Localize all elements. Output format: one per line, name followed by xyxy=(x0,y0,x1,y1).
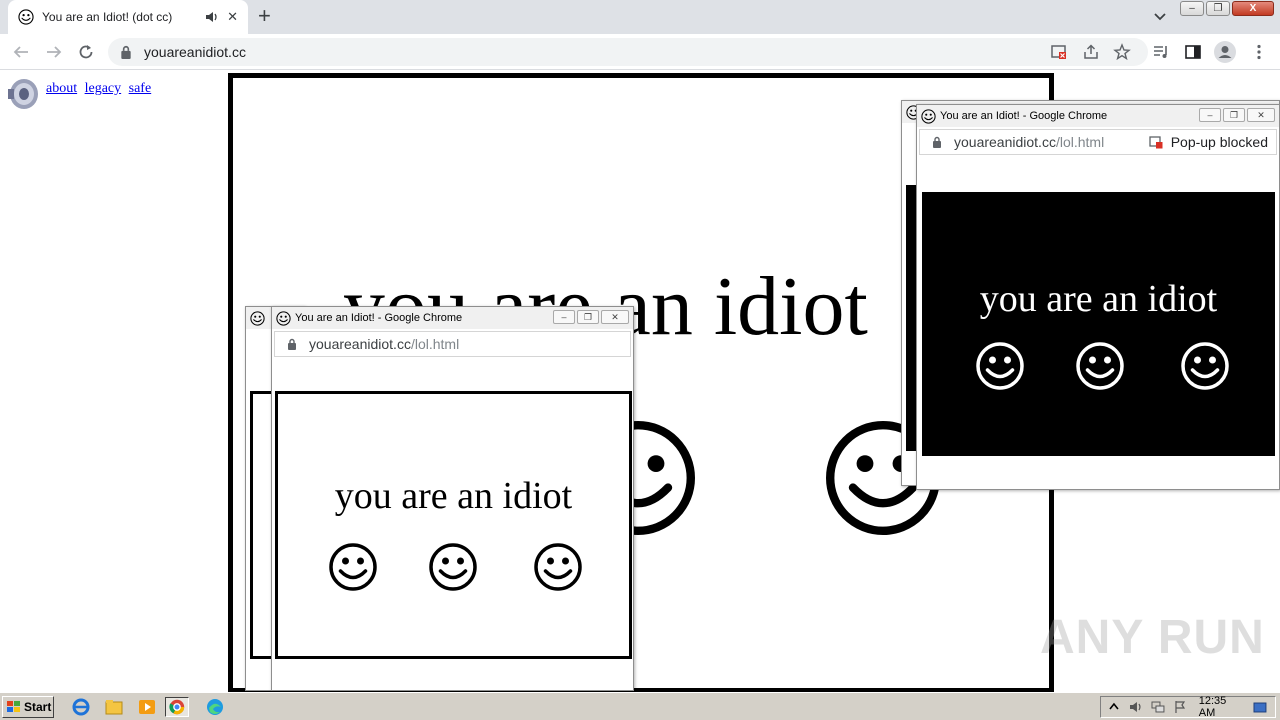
popup-restore-button[interactable]: ❐ xyxy=(1223,108,1245,122)
show-hidden-icons-icon[interactable] xyxy=(1107,700,1121,714)
media-player-icon[interactable] xyxy=(136,697,158,717)
safe-link[interactable]: safe xyxy=(129,81,152,96)
anyrun-watermark: ANY RUN xyxy=(1040,611,1265,664)
popup-restore-button[interactable]: ❐ xyxy=(577,310,599,324)
speaker-icon[interactable] xyxy=(6,77,40,111)
popup-close-button[interactable]: ✕ xyxy=(1247,108,1275,122)
menu-kebab-icon[interactable] xyxy=(1250,43,1268,61)
side-panel-icon[interactable] xyxy=(1184,43,1202,61)
popup-content: you are an idiot xyxy=(275,391,632,659)
popup-address-bar[interactable]: youareanidiot.cc/lol.html xyxy=(274,331,631,357)
popup-url-host: youareanidiot.cc xyxy=(309,336,411,352)
lock-icon xyxy=(287,338,297,350)
edge-icon[interactable] xyxy=(204,697,226,717)
tab-close-button[interactable]: ✕ xyxy=(227,9,238,25)
popup-titlebar[interactable]: You are an Idiot! - Google Chrome – ❐ ✕ xyxy=(272,307,633,329)
tab-search-icon[interactable] xyxy=(1152,8,1168,24)
taskbar: Start 12:35 AM xyxy=(0,692,1280,720)
popup-window-controls: – ❐ ✕ xyxy=(1199,108,1275,122)
tab-strip: You are an Idiot! (dot cc) ✕ + – ❐ X xyxy=(0,0,1280,34)
smiley-favicon-icon xyxy=(276,311,291,326)
restore-button[interactable]: ❐ xyxy=(1206,1,1230,16)
new-tab-button[interactable]: + xyxy=(258,5,271,27)
ie-icon[interactable] xyxy=(70,697,92,717)
browser-toolbar: youareanidiot.cc xyxy=(0,34,1280,70)
popup-title: You are an Idiot! - Google Chrome xyxy=(940,110,1108,122)
minimize-button[interactable]: – xyxy=(1180,1,1204,16)
popup-url-path: /lol.html xyxy=(410,336,460,352)
popup-address-bar[interactable]: youareanidiot.cc/lol.html Pop-up blocked xyxy=(919,129,1277,155)
share-icon[interactable] xyxy=(1082,43,1100,61)
window-controls: – ❐ X xyxy=(1180,1,1274,17)
popup-blocked-indicator[interactable]: Pop-up blocked xyxy=(1149,134,1268,150)
show-desktop-icon[interactable] xyxy=(1253,700,1267,714)
popup-title: You are an Idiot! - Google Chrome xyxy=(295,312,463,324)
tab-title: You are an Idiot! (dot cc) xyxy=(42,10,173,24)
windows-flag-icon xyxy=(7,701,20,712)
smiley-icon xyxy=(1180,341,1230,391)
audio-playing-icon[interactable] xyxy=(205,10,219,24)
start-button[interactable]: Start xyxy=(2,696,54,718)
address-bar[interactable]: youareanidiot.cc xyxy=(108,38,1148,66)
system-tray: 12:35 AM xyxy=(1100,695,1276,719)
smiley-favicon-icon xyxy=(250,311,265,326)
reload-icon[interactable] xyxy=(77,43,95,61)
smiley-icon xyxy=(1075,341,1125,391)
popup-blocked-icon xyxy=(1149,136,1163,149)
popup-url-path: /lol.html xyxy=(1055,134,1105,150)
smiley-icon xyxy=(328,542,378,592)
close-window-button[interactable]: X xyxy=(1232,1,1274,16)
popup-minimize-button[interactable]: – xyxy=(553,310,575,324)
media-control-icon[interactable] xyxy=(1152,43,1170,61)
popup-content: you are an idiot xyxy=(922,192,1275,456)
profile-avatar-icon[interactable] xyxy=(1214,41,1236,63)
smiley-favicon-icon xyxy=(921,109,936,124)
popup-url-host: youareanidiot.cc xyxy=(954,134,1056,150)
smiley-favicon-icon xyxy=(18,9,34,25)
start-label: Start xyxy=(24,700,52,714)
smiley-icon xyxy=(533,542,583,592)
url-text: youareanidiot.cc xyxy=(144,44,246,60)
top-links: about legacy safe xyxy=(46,81,155,97)
action-center-flag-icon[interactable] xyxy=(1173,700,1187,714)
bookmark-star-icon[interactable] xyxy=(1113,43,1131,61)
smiley-icon xyxy=(428,542,478,592)
popup-window-black[interactable]: You are an Idiot! - Google Chrome – ❐ ✕ … xyxy=(916,104,1280,490)
legacy-link[interactable]: legacy xyxy=(85,81,122,96)
popup-close-button[interactable]: ✕ xyxy=(601,310,629,324)
popup-titlebar[interactable]: You are an Idiot! - Google Chrome – ❐ ✕ xyxy=(917,105,1279,127)
popup-window-white[interactable]: You are an Idiot! - Google Chrome – ❐ ✕ … xyxy=(271,306,634,691)
chrome-icon[interactable] xyxy=(165,697,189,717)
popup-blocked-icon[interactable] xyxy=(1050,43,1068,61)
popup-minimize-button[interactable]: – xyxy=(1199,108,1221,122)
lock-icon xyxy=(932,136,942,148)
popup-window-controls: – ❐ ✕ xyxy=(553,310,629,324)
popup-heading: you are an idiot xyxy=(334,475,573,517)
lock-icon xyxy=(120,45,132,59)
about-link[interactable]: about xyxy=(46,81,77,96)
tab-youareanidiot[interactable]: You are an Idiot! (dot cc) ✕ xyxy=(8,0,248,34)
clock[interactable]: 12:35 AM xyxy=(1199,695,1245,719)
back-arrow-icon[interactable] xyxy=(12,43,30,61)
popup-heading: you are an idiot xyxy=(979,278,1218,320)
forward-arrow-icon[interactable] xyxy=(45,43,63,61)
explorer-icon[interactable] xyxy=(103,697,125,717)
volume-icon[interactable] xyxy=(1129,700,1143,714)
smiley-icon xyxy=(975,341,1025,391)
popup-blocked-label: Pop-up blocked xyxy=(1170,134,1268,150)
network-icon[interactable] xyxy=(1151,700,1165,714)
